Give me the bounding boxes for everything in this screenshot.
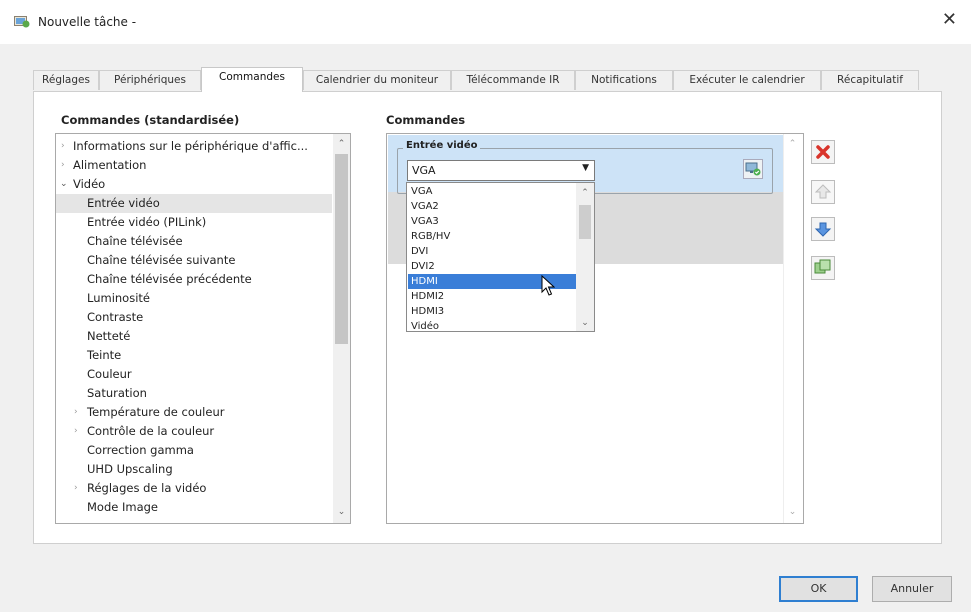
tab-recapitulatif[interactable]: Récapitulatif <box>821 70 919 90</box>
tree-item-teinte[interactable]: Teinte <box>56 346 334 365</box>
tree-item-luminosite[interactable]: Luminosité <box>56 289 334 308</box>
option-dvi[interactable]: DVI <box>408 244 578 259</box>
move-down-button[interactable] <box>811 217 835 241</box>
task-app-icon <box>14 16 30 28</box>
tree-item-entree-video[interactable]: Entrée vidéo <box>56 194 332 213</box>
tree-item-entree-video-pilink[interactable]: Entrée vidéo (PILink) <box>56 213 334 232</box>
scroll-up-icon[interactable]: ⌃ <box>784 136 801 152</box>
monitor-check-icon <box>745 162 761 176</box>
tree-item-chaine[interactable]: Chaîne télévisée <box>56 232 334 251</box>
standard-commands-title: Commandes (standardisée) <box>61 113 240 127</box>
tab-telecommande-ir[interactable]: Télécommande IR <box>451 70 575 90</box>
tree-item-controle-couleur[interactable]: › Contrôle de la couleur <box>56 422 334 441</box>
option-video[interactable]: Vidéo <box>408 319 578 331</box>
arrow-up-icon <box>814 184 832 199</box>
scroll-down-icon[interactable]: ⌄ <box>333 504 350 520</box>
chevron-down-icon[interactable]: ⌄ <box>60 175 68 194</box>
dropdown-scrollbar[interactable]: ⌃ ⌄ <box>576 183 594 331</box>
tree-item-chaine-precedente[interactable]: Chaîne télévisée précédente <box>56 270 334 289</box>
tree-item-mode-image[interactable]: Mode Image <box>56 498 334 517</box>
tree-item-nettete[interactable]: Netteté <box>56 327 334 346</box>
option-dvi2[interactable]: DVI2 <box>408 259 578 274</box>
tree-item-video[interactable]: ⌄ Vidéo <box>56 175 334 194</box>
chevron-right-icon[interactable]: › <box>61 156 69 175</box>
tree-item-uhd-upscaling[interactable]: UHD Upscaling <box>56 460 334 479</box>
tab-peripheriques[interactable]: Périphériques <box>99 70 201 90</box>
tree-scrollbar[interactable]: ⌃ ⌄ <box>333 134 350 523</box>
tree-item-contraste[interactable]: Contraste <box>56 308 334 327</box>
dropdown-arrow-icon[interactable]: ▼ <box>582 163 589 173</box>
title-bar: Nouvelle tâche - ✕ <box>0 0 971 44</box>
move-up-button[interactable] <box>811 180 835 204</box>
tree-item-temperature-couleur[interactable]: › Température de couleur <box>56 403 334 422</box>
chevron-right-icon[interactable]: › <box>74 479 82 498</box>
chevron-right-icon[interactable]: › <box>74 403 82 422</box>
tab-commandes[interactable]: Commandes <box>201 67 303 92</box>
video-input-value: VGA <box>412 164 436 177</box>
video-input-select[interactable]: VGA ▼ <box>407 160 595 181</box>
commands-scrollbar[interactable]: ⌃ ⌄ <box>783 134 801 523</box>
option-hdmi3[interactable]: HDMI3 <box>408 304 578 319</box>
commands-title: Commandes <box>386 113 466 127</box>
video-input-dropdown[interactable]: VGA VGA2 VGA3 RGB/HV DVI DVI2 HDMI HDMI2… <box>406 182 595 332</box>
chevron-right-icon[interactable]: › <box>74 422 82 441</box>
option-vga3[interactable]: VGA3 <box>408 214 578 229</box>
option-vga[interactable]: VGA <box>408 184 578 199</box>
command-group-label: Entrée vidéo <box>403 140 481 151</box>
scroll-down-icon[interactable]: ⌄ <box>576 315 594 331</box>
scroll-up-icon[interactable]: ⌃ <box>576 185 594 201</box>
tree-item-saturation[interactable]: Saturation <box>56 384 334 403</box>
delete-command-button[interactable] <box>811 140 835 164</box>
delete-icon <box>816 145 830 159</box>
close-icon[interactable]: ✕ <box>942 10 957 30</box>
tree-item-alimentation[interactable]: › Alimentation <box>56 156 334 175</box>
option-vga2[interactable]: VGA2 <box>408 199 578 214</box>
option-rgb-hv[interactable]: RGB/HV <box>408 229 578 244</box>
scroll-down-icon[interactable]: ⌄ <box>784 504 801 520</box>
apply-command-button[interactable] <box>743 159 763 179</box>
tab-notifications[interactable]: Notifications <box>575 70 673 90</box>
scroll-thumb[interactable] <box>335 154 348 344</box>
chevron-right-icon[interactable]: › <box>61 137 69 156</box>
ok-button[interactable]: OK <box>779 576 858 602</box>
mouse-cursor-icon <box>541 275 555 296</box>
cancel-button[interactable]: Annuler <box>872 576 952 602</box>
tree-item-couleur[interactable]: Couleur <box>56 365 334 384</box>
tab-calendrier-moniteur[interactable]: Calendrier du moniteur <box>303 70 451 90</box>
duplicate-command-button[interactable] <box>811 256 835 280</box>
tab-executer-calendrier[interactable]: Exécuter le calendrier <box>673 70 821 90</box>
tree-item-reglages-video[interactable]: › Réglages de la vidéo <box>56 479 334 498</box>
window-title: Nouvelle tâche - <box>38 15 137 29</box>
tree-item-chaine-suivante[interactable]: Chaîne télévisée suivante <box>56 251 334 270</box>
tab-reglages[interactable]: Réglages <box>33 70 99 90</box>
command-tree: › Informations sur le périphérique d'aff… <box>55 133 351 524</box>
tree-item-correction-gamma[interactable]: Correction gamma <box>56 441 334 460</box>
copy-icon <box>814 259 831 274</box>
arrow-down-icon <box>814 222 832 237</box>
tree-item-device-info[interactable]: › Informations sur le périphérique d'aff… <box>56 137 334 156</box>
dropdown-scroll-thumb[interactable] <box>579 205 591 239</box>
scroll-up-icon[interactable]: ⌃ <box>333 136 350 152</box>
